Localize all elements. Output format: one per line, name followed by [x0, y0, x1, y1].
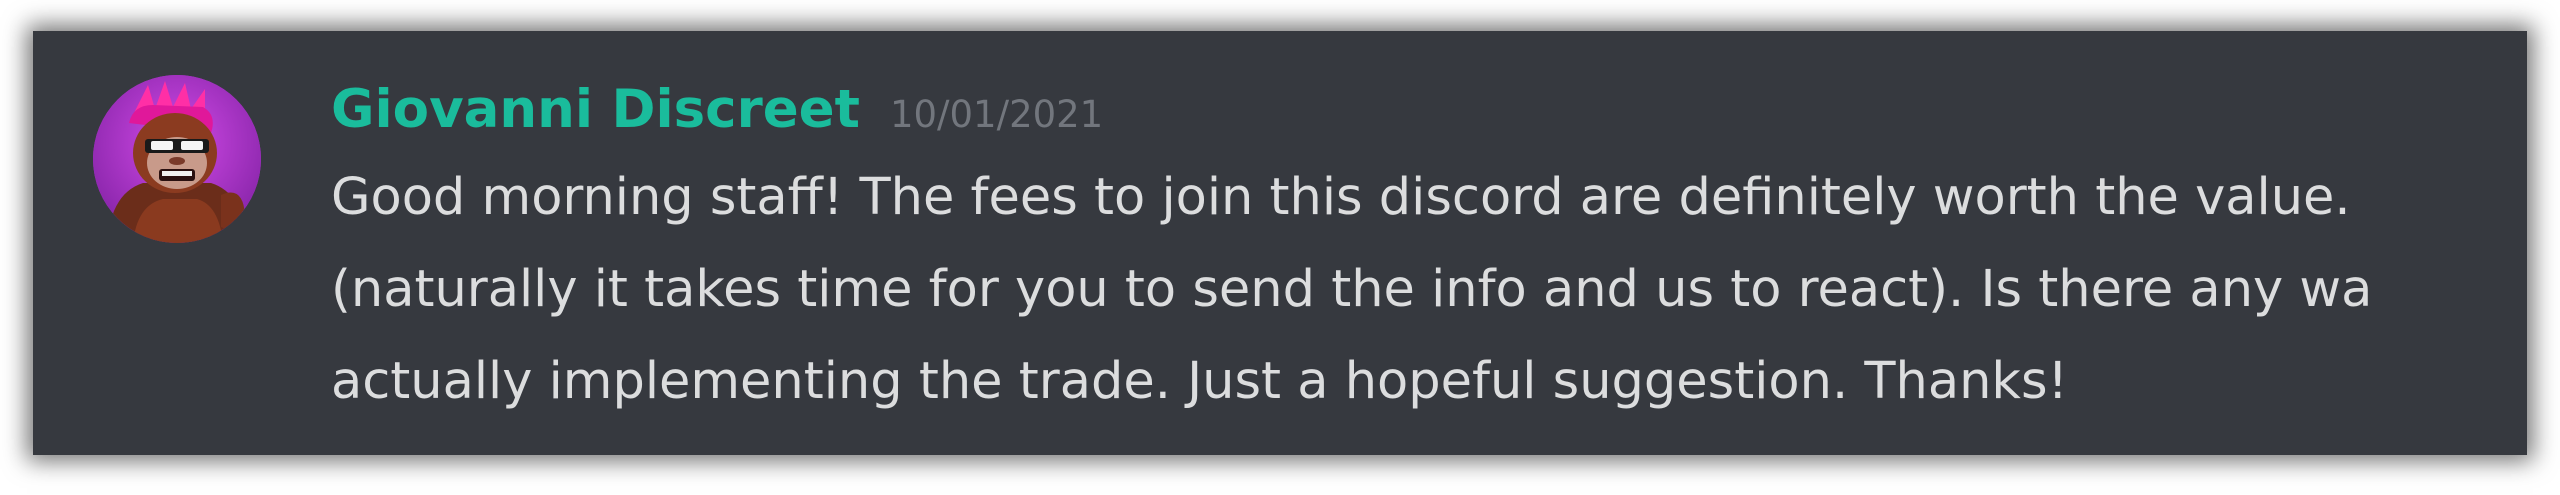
- message-container: Giovanni Discreet 10/01/2021 Good morning…: [33, 31, 2527, 455]
- message-header: Giovanni Discreet 10/01/2021: [331, 75, 1103, 145]
- message-line: Good morning staff! The fees to join thi…: [331, 168, 2351, 227]
- message-content: Good morning staff! The fees to join thi…: [331, 152, 2527, 428]
- gorilla-avatar-icon: [93, 75, 261, 243]
- message-line: actually implementing the trade. Just a …: [331, 352, 2068, 411]
- message-timestamp: 10/01/2021: [889, 93, 1104, 136]
- message-line: (naturally it takes time for you to send…: [331, 260, 2373, 319]
- author-username[interactable]: Giovanni Discreet: [331, 79, 860, 140]
- user-avatar[interactable]: [93, 75, 261, 243]
